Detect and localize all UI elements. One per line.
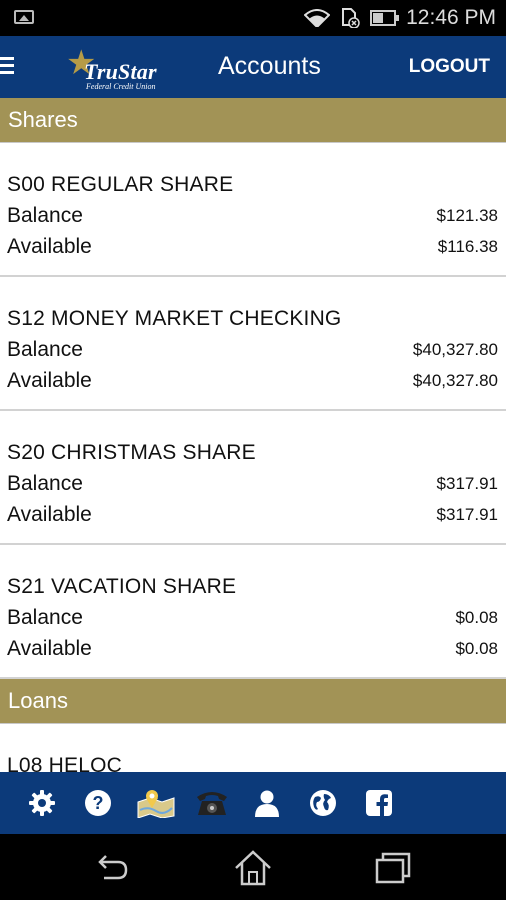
page-title: Accounts	[218, 52, 321, 80]
accounts-list[interactable]: Shares S00 REGULAR SHARE Balance $121.38 …	[0, 98, 506, 772]
balance-label: Balance	[7, 337, 83, 361]
available-value: $40,327.80	[412, 370, 498, 390]
help-icon[interactable]: ?	[83, 788, 113, 818]
globe-icon[interactable]	[308, 788, 338, 818]
available-label: Available	[7, 234, 92, 258]
available-label: Available	[7, 502, 92, 526]
logout-button[interactable]: LOGOUT	[409, 56, 490, 78]
balance-value: $317.91	[436, 473, 498, 493]
section-header-shares: Shares	[0, 98, 506, 143]
account-name: S12 MONEY MARKET CHECKING	[7, 307, 342, 330]
available-label: Available	[7, 368, 92, 392]
account-name: S20 CHRISTMAS SHARE	[7, 441, 256, 464]
bottom-toolbar: ?	[0, 772, 506, 834]
balance-label: Balance	[7, 471, 83, 495]
account-item[interactable]: L08 HELOC	[0, 724, 506, 772]
image-notification-icon	[14, 10, 34, 24]
back-icon[interactable]	[92, 848, 132, 888]
map-icon[interactable]	[136, 788, 176, 818]
account-item[interactable]: S21 VACATION SHARE Balance $0.08 Availabl…	[0, 545, 506, 679]
svg-text:?: ?	[93, 793, 104, 813]
account-item[interactable]: S12 MONEY MARKET CHECKING Balance $40,327…	[0, 277, 506, 411]
balance-label: Balance	[7, 605, 83, 629]
person-icon[interactable]	[252, 788, 282, 818]
system-nav-bar	[0, 834, 506, 900]
section-header-loans: Loans	[0, 679, 506, 724]
available-value: $116.38	[437, 236, 498, 256]
balance-value: $121.38	[436, 205, 498, 225]
trustar-logo: ★ TruStar Federal Credit Union	[66, 46, 176, 91]
available-value: $317.91	[436, 504, 498, 524]
logo-subtitle: Federal Credit Union	[86, 82, 156, 91]
balance-value: $40,327.80	[412, 339, 498, 359]
hamburger-icon[interactable]	[0, 57, 14, 75]
home-icon[interactable]	[233, 848, 273, 888]
available-value: $0.08	[455, 638, 498, 658]
recent-apps-icon[interactable]	[373, 848, 413, 888]
balance-label: Balance	[7, 203, 83, 227]
status-bar: 12:46 PM	[0, 0, 506, 36]
balance-value: $0.08	[455, 607, 498, 627]
available-label: Available	[7, 636, 92, 660]
account-item[interactable]: S00 REGULAR SHARE Balance $121.38 Availab…	[0, 143, 506, 277]
account-name: S00 REGULAR SHARE	[7, 173, 234, 196]
app-bar: ★ TruStar Federal Credit Union Accounts …	[0, 36, 506, 98]
account-item[interactable]: S20 CHRISTMAS SHARE Balance $317.91 Avail…	[0, 411, 506, 545]
gear-icon[interactable]	[27, 788, 57, 818]
phone-icon[interactable]	[194, 788, 230, 818]
wifi-icon	[304, 9, 331, 27]
clock: 12:46 PM	[406, 6, 496, 29]
account-name: L08 HELOC	[7, 754, 123, 772]
battery-icon	[370, 10, 400, 26]
facebook-icon[interactable]	[364, 788, 394, 818]
sd-card-error-icon	[340, 8, 360, 28]
account-name: S21 VACATION SHARE	[7, 575, 237, 598]
